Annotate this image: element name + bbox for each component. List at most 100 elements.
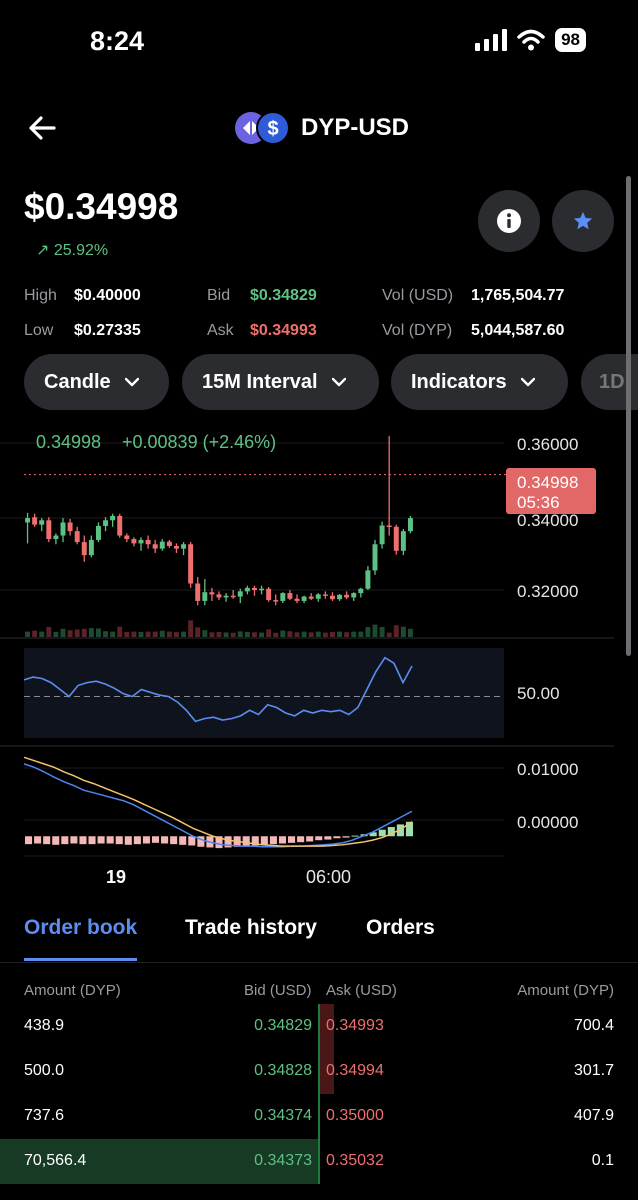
macd-signal-line	[23, 756, 413, 847]
status-time: 8:24	[90, 26, 145, 56]
macd-histogram-bar	[25, 836, 33, 845]
candle-body	[372, 544, 378, 571]
candle-body	[173, 546, 179, 549]
volume-bar	[237, 631, 243, 637]
volume-bar	[322, 632, 328, 637]
volume-bar	[124, 631, 130, 637]
volume-bar	[117, 626, 123, 637]
volume-bar	[46, 626, 52, 637]
volume-bar	[88, 628, 94, 637]
candle-body	[237, 591, 243, 597]
interval-dropdown[interactable]: 15M Interval	[182, 354, 379, 410]
macd-tick-label: 0.00000	[517, 813, 578, 832]
ask-label: Ask	[207, 322, 234, 339]
macd-histogram-bar	[188, 836, 196, 846]
tab-orders[interactable]: Orders	[366, 916, 435, 940]
candle-body	[308, 596, 314, 599]
volume-bar	[152, 631, 158, 637]
price-change-value: 25.92%	[53, 242, 109, 259]
candle-body	[351, 593, 357, 598]
volume-bar	[301, 631, 307, 637]
bid-amount: 438.9	[24, 1017, 65, 1034]
volume-bar	[379, 626, 385, 637]
candle-body	[379, 525, 385, 545]
macd-histogram-bar	[306, 836, 314, 842]
info-button[interactable]	[478, 190, 540, 252]
ask-amount: 700.4	[573, 1017, 614, 1034]
arrow-up-right-icon: ↗	[36, 242, 50, 259]
orderbook-row[interactable]: 500.0 0.34828 0.34994 301.7	[0, 1049, 638, 1094]
candle-body	[131, 539, 137, 544]
volume-bar	[216, 632, 222, 637]
volume-bar	[195, 627, 201, 637]
volume-bar	[358, 631, 364, 637]
bid-price-header: Bid (USD)	[244, 982, 312, 999]
macd-histogram-bar	[151, 836, 160, 843]
price-change: ↗ 25.92%	[36, 240, 108, 260]
range-1d-label: 1D	[599, 370, 625, 393]
candle-body	[117, 515, 123, 536]
back-arrow-icon[interactable]	[26, 112, 58, 144]
volume-bar	[344, 632, 350, 637]
y-tick-label: 0.32000	[517, 582, 578, 601]
candle-body	[32, 517, 38, 525]
x-tick-label: 19	[106, 867, 126, 887]
volume-bar	[202, 630, 208, 637]
candle-body	[223, 595, 229, 598]
macd-histogram-bar	[315, 836, 323, 841]
bid-amount-header: Amount (DYP)	[24, 982, 121, 999]
candle-body	[202, 592, 208, 601]
macd-histogram-bar	[342, 836, 350, 838]
volume-bar	[67, 630, 73, 637]
ask-amount: 0.1	[591, 1152, 614, 1169]
candle-body	[181, 544, 187, 549]
macd-histogram-bar	[278, 836, 287, 844]
ask-price: 0.34993	[326, 1017, 384, 1034]
bid-amount: 500.0	[24, 1062, 65, 1079]
volume-bar	[315, 631, 321, 637]
macd-histogram-bar	[61, 836, 69, 845]
macd-histogram-bar	[260, 836, 268, 845]
candle-body	[25, 518, 31, 523]
candle-body	[358, 588, 364, 594]
indicators-dropdown[interactable]: Indicators	[391, 354, 568, 410]
macd-histogram-bar	[142, 836, 150, 844]
volume-bar	[337, 631, 343, 637]
volume-bar	[131, 631, 137, 637]
ask-price: 0.35000	[326, 1107, 384, 1124]
candle-body	[124, 535, 130, 540]
bid-amount: 70,566.4	[24, 1152, 87, 1169]
volume-bar	[53, 631, 59, 637]
orderbook-row[interactable]: 70,566.4 0.34373 0.35032 0.1	[0, 1139, 638, 1184]
svg-text:$: $	[267, 118, 278, 140]
volume-bar	[400, 626, 406, 637]
tab-order-book[interactable]: Order book	[24, 916, 137, 940]
favorite-button[interactable]	[552, 190, 614, 252]
volume-bar	[280, 630, 286, 637]
orderbook-row[interactable]: 438.9 0.34829 0.34993 700.4	[0, 1004, 638, 1049]
bid-price: 0.34828	[254, 1062, 312, 1079]
price-chart[interactable]: 0.36000 0.34000 0.32000 50.00 0.01000 0.…	[0, 420, 638, 900]
ask-amount-header: Amount (DYP)	[517, 982, 614, 999]
macd-histogram-bar	[52, 836, 60, 845]
macd-histogram-bar	[324, 836, 332, 840]
chevron-down-icon	[124, 377, 139, 387]
vol-usd-label: Vol (USD)	[382, 287, 454, 304]
volume-bar	[95, 628, 101, 637]
overlay-delta: +0.00839 (+2.46%)	[122, 432, 276, 452]
candle-body	[103, 520, 109, 526]
bid-price: 0.34829	[254, 1017, 312, 1034]
volume-bar	[25, 631, 31, 637]
chart-type-dropdown[interactable]: Candle	[24, 354, 169, 410]
star-icon	[573, 211, 593, 230]
tab-trade-history[interactable]: Trade history	[185, 916, 317, 940]
volume-bar	[365, 627, 371, 637]
low-value: $0.27335	[74, 322, 141, 339]
macd-histogram-bar	[70, 836, 78, 844]
volume-bar	[273, 632, 279, 637]
orderbook-row[interactable]: 737.6 0.34374 0.35000 407.9	[0, 1094, 638, 1139]
candle-body	[152, 544, 158, 549]
y-tick-label: 0.36000	[517, 435, 578, 454]
volume-bar	[287, 631, 293, 637]
candle-body	[166, 541, 172, 547]
